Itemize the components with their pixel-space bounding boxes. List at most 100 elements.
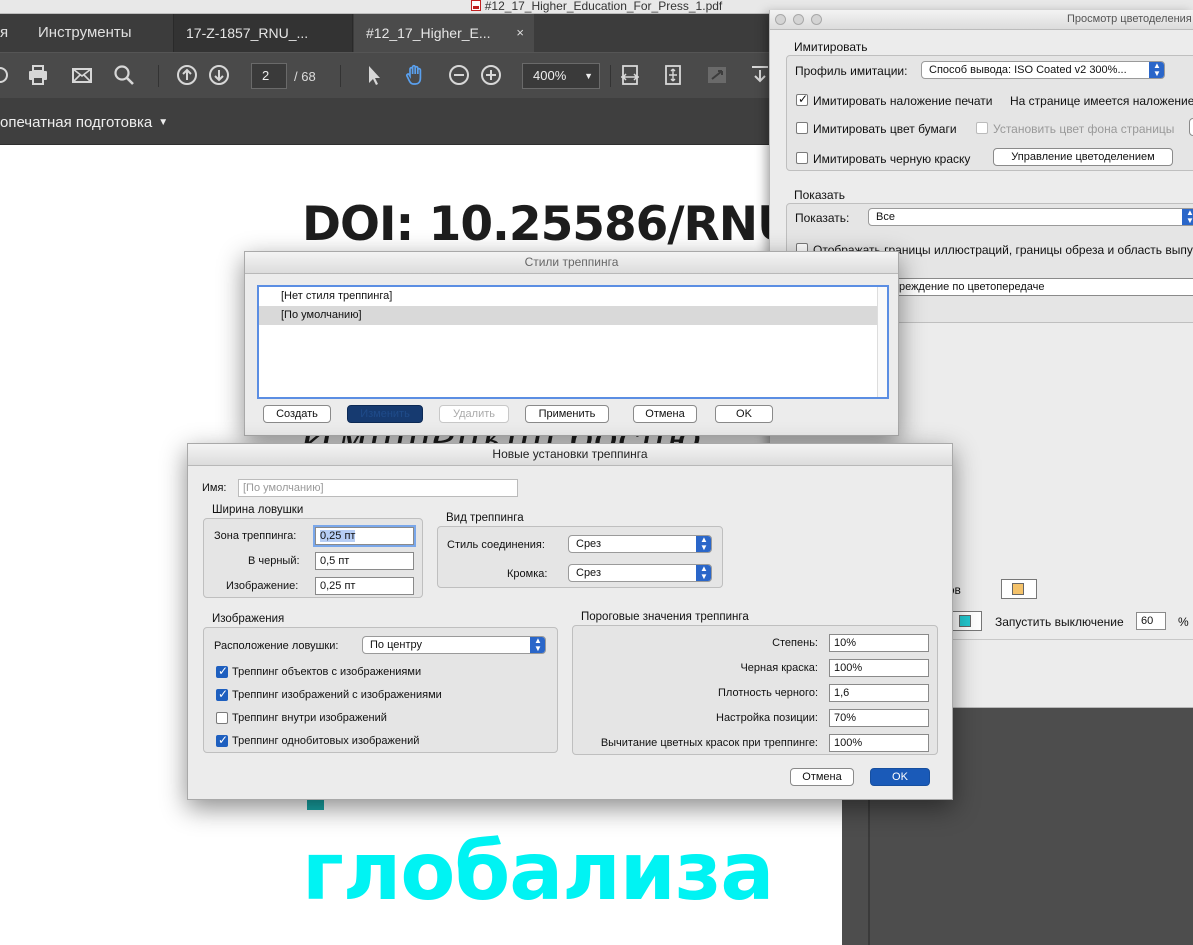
zoom-in-icon[interactable] [477,61,505,89]
simulation-profile-label: Профиль имитации: [795,64,908,78]
trap-objects-to-images-checkbox[interactable] [216,664,228,678]
join-style-select[interactable]: Срез ▲ ▼ [568,535,712,553]
simulate-overprint-label: Имитировать наложение печати [813,94,993,108]
black-density-input[interactable]: 1,6 [829,684,929,702]
simulation-profile-select[interactable]: Способ вывода: ISO Coated v2 300%... ▲ ▼ [921,61,1165,79]
delete-preset-button[interactable]: Удалить [439,405,509,423]
show-label: Показать: [795,211,850,225]
close-tab-icon[interactable]: × [516,14,524,52]
join-style-label: Стиль соединения: [447,539,545,551]
up-down-arrows-icon: ▲▼ [1182,209,1193,225]
cancel-button[interactable]: Отмена [633,405,697,423]
print-production-menu[interactable]: опечатная подготовка ▼ [0,114,168,131]
image-width-input[interactable]: 0,25 пт [315,577,414,595]
trap-presets-title: Стили треппинга [245,252,898,274]
tool-subbar: опечатная подготовка ▼ [0,98,842,145]
print-production-label: опечатная подготовка [0,114,153,131]
thresholds-title: Пороговые значения треппинга [581,611,749,623]
next-page-icon[interactable] [205,61,233,89]
dropdown-triangle-icon: ▼ [158,117,169,128]
trap-images-to-images-checkbox[interactable] [216,687,228,701]
window-close-icon[interactable] [775,14,786,25]
trap-placement-value: По центру [370,639,422,651]
black-width-input[interactable]: 0,5 пт [315,552,414,570]
search-icon[interactable] [110,61,138,89]
print-icon[interactable] [24,61,52,89]
warning-field[interactable]: преждение по цветопередаче [888,278,1193,296]
create-preset-button[interactable]: Создать [263,405,331,423]
toolbar-separator [340,65,341,87]
end-style-select[interactable]: Срез ▲ ▼ [568,564,712,582]
vertical-scrollbar[interactable] [877,287,887,397]
fit-page-icon[interactable] [659,61,687,89]
select-arrow-icon[interactable] [360,61,388,89]
attach-icon[interactable] [0,61,14,89]
ink-manager-button[interactable]: Управление цветоделением [993,148,1173,166]
zoom-level-select[interactable]: 400% ▼ [522,63,600,89]
list-item[interactable]: [Нет стиля треппинга] [259,287,887,306]
page-bg-color-swatch[interactable] [1189,118,1193,136]
window-minimize-icon[interactable] [793,14,804,25]
window-title: #12_17_Higher_Education_For_Press_1.pdf [484,0,723,13]
simulate-paper-color-checkbox[interactable] [796,122,808,134]
trap-color-reduction-input[interactable]: 100% [829,734,929,752]
start-off-label: Запустить выключение [995,615,1124,629]
up-down-arrows-icon: ▲▼ [530,637,545,653]
name-label: Имя: [202,482,227,494]
simulate-black-ink-label: Имитировать черную краску [813,152,971,166]
trap-zone-input[interactable]: 0,25 пт [315,527,414,545]
tab-document-2[interactable]: #12_17_Higher_E... × [354,14,534,52]
trap-1bit-images-checkbox[interactable] [216,733,228,747]
edit-preset-button[interactable]: Изменить [347,405,423,423]
window-zoom-icon[interactable] [811,14,822,25]
list-item[interactable]: [По умолчанию] [259,306,887,325]
black-width-label: В черный: [248,555,300,567]
prev-page-icon[interactable] [173,61,201,89]
mail-icon[interactable] [68,61,96,89]
trap-placement-select[interactable]: По центру ▲ ▼ [362,636,546,654]
apply-preset-button[interactable]: Применить [525,405,609,423]
page-number-input[interactable]: 2 [251,63,287,89]
tab-tools[interactable]: Инструменты [26,14,144,52]
warning-partial-text: преждение по цветопередаче [893,281,1045,293]
ok-button[interactable]: OK [715,405,773,423]
trap-placement-label: Расположение ловушки: [214,640,339,652]
step-input[interactable]: 10% [829,634,929,652]
ok-button[interactable]: OK [870,768,930,786]
trap-width-title: Ширина ловушки [212,504,304,516]
page-bg-color-label: Установить цвет фона страницы [993,122,1175,136]
simulate-group-title: Имитировать [794,40,868,54]
image-width-label: Изображение: [226,580,299,592]
zoom-out-icon[interactable] [445,61,473,89]
tab-document-1[interactable]: 17-Z-1857_RNU_... [173,14,353,52]
trap-color-reduction-label: Вычитание цветных красок при треппинге: [600,737,818,749]
trap-presets-dialog: Стили треппинга [Нет стиля треппинга] [П… [244,251,899,436]
black-ink-input[interactable]: 100% [829,659,929,677]
sliding-trap-input[interactable]: 70% [829,709,929,727]
doi-heading: DOI: 10.25586/RNU. [302,197,812,252]
tab-document-1-label: 17-Z-1857_RNU_... [186,25,309,41]
join-style-value: Срез [576,538,601,550]
fit-width-icon[interactable] [616,61,644,89]
trap-presets-list[interactable]: [Нет стиля треппинга] [По умолчанию] [257,285,889,399]
trap-internal-images-checkbox[interactable] [216,712,228,724]
simulate-black-ink-checkbox[interactable] [796,152,808,164]
hand-tool-icon[interactable] [401,61,429,89]
warning-color-swatch[interactable] [1001,579,1037,599]
up-down-arrows-icon: ▲▼ [1149,62,1164,78]
tab-menu-partial[interactable]: я [0,14,20,52]
page-bg-color-checkbox[interactable] [976,122,988,134]
preset-name-input[interactable]: [По умолчанию] [238,479,518,497]
up-down-arrows-icon: ▲▼ [696,565,711,581]
images-title: Изображения [212,613,285,625]
pdf-file-icon [470,0,481,11]
trap-objects-to-images-label: Треппинг объектов с изображениями [232,666,422,678]
simulation-profile-value: Способ вывода: ISO Coated v2 300%... [929,64,1127,76]
cancel-button[interactable]: Отмена [790,768,854,786]
simulate-overprint-checkbox[interactable] [796,92,808,106]
full-screen-icon[interactable] [703,61,731,89]
new-trap-preset-title: Новые установки треппинга [188,444,952,466]
show-select[interactable]: Все ▲▼ [868,208,1193,226]
start-off-input[interactable]: 60 [1136,612,1166,630]
percent-label: % [1178,615,1189,629]
